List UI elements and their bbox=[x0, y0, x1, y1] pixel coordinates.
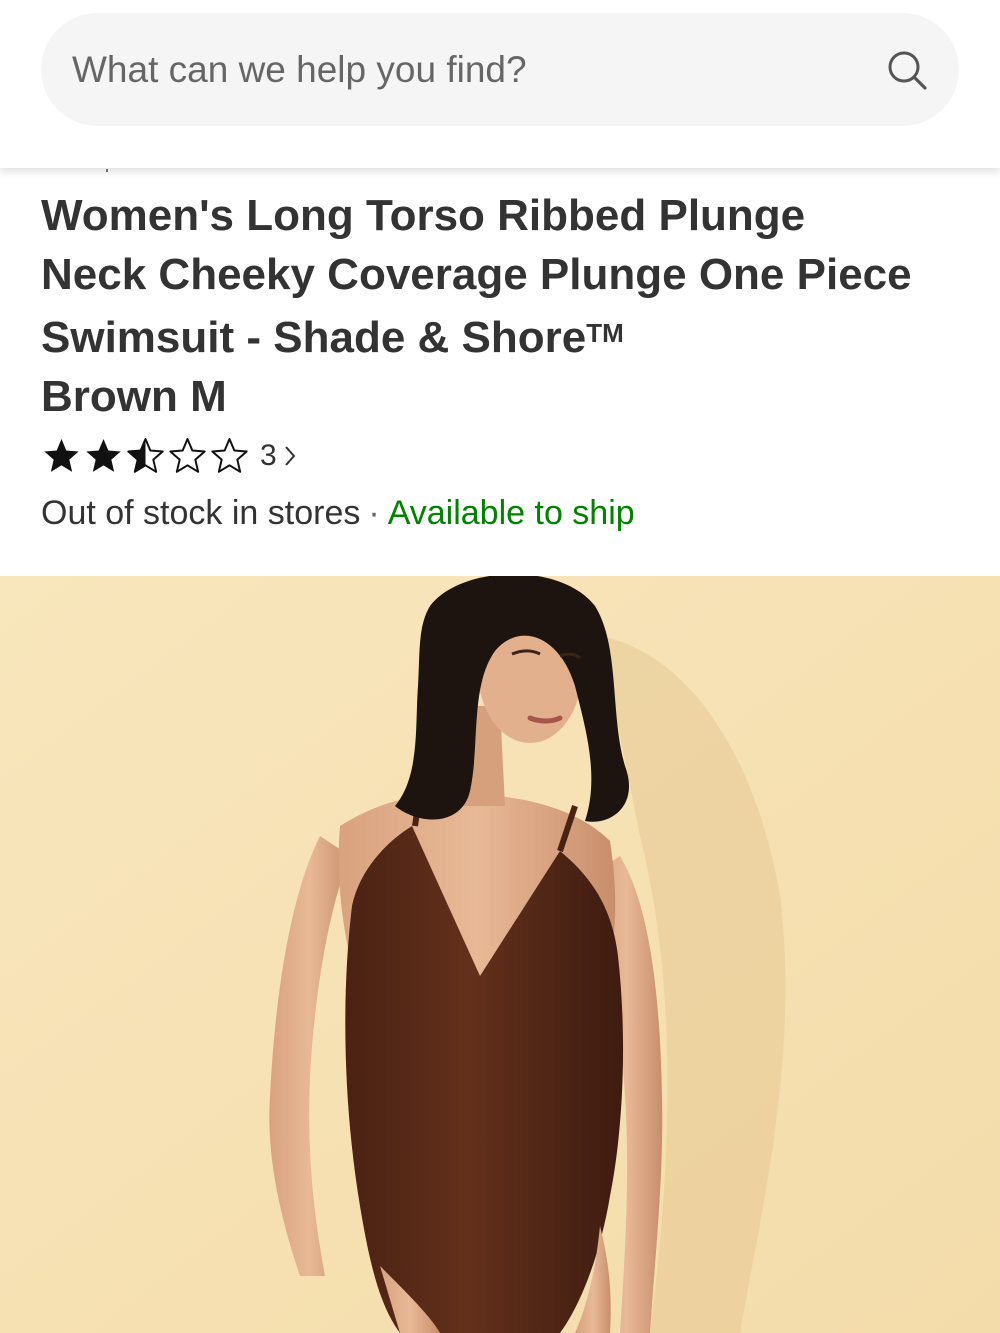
search-icon[interactable] bbox=[885, 48, 929, 92]
star-full-icon bbox=[44, 439, 79, 472]
availability-separator: · bbox=[368, 494, 380, 532]
product-image[interactable] bbox=[0, 576, 1000, 1333]
breadcrumb bbox=[106, 169, 108, 172]
in-store-status: Out of stock in stores bbox=[41, 494, 361, 532]
search-header bbox=[0, 0, 1000, 168]
star-empty-icon bbox=[211, 437, 248, 473]
star-empty-icon bbox=[169, 437, 206, 473]
chevron-right-icon[interactable] bbox=[283, 443, 297, 469]
product-page: Women's Long Torso Ribbed Plunge Neck Ch… bbox=[0, 0, 1000, 1333]
availability-status: Out of stock in stores · Available to ship bbox=[41, 492, 635, 534]
trademark-mark: TM bbox=[586, 318, 624, 348]
star-half-icon bbox=[127, 437, 164, 473]
star-full-icon bbox=[86, 439, 121, 472]
shipping-status[interactable]: Available to ship bbox=[388, 494, 635, 532]
product-title-text: Women's Long Torso Ribbed Plunge Neck Ch… bbox=[41, 191, 912, 362]
rating-count[interactable]: 3 bbox=[260, 439, 277, 473]
rating-summary[interactable]: 3 bbox=[41, 434, 297, 478]
search-input[interactable] bbox=[72, 48, 885, 91]
search-bar[interactable] bbox=[41, 13, 959, 126]
product-title: Women's Long Torso Ribbed Plunge Neck Ch… bbox=[41, 187, 921, 426]
product-variant: Brown M bbox=[41, 371, 227, 421]
